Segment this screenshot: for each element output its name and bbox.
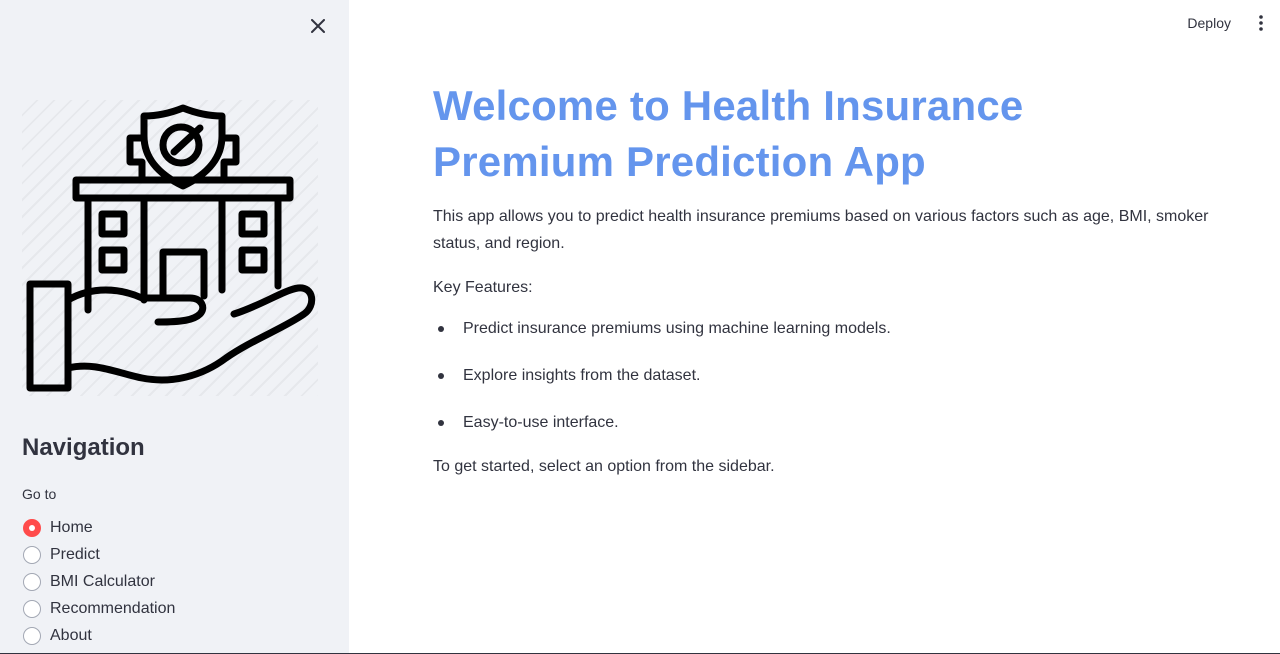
radio-option-home[interactable]: Home	[22, 514, 175, 541]
radio-label: Home	[50, 518, 93, 536]
main-content: Welcome to Health Insurance Premium Pred…	[433, 78, 1213, 480]
app: Navigation Go to Home Predict BMI Calcul…	[0, 0, 1280, 654]
close-icon	[311, 19, 325, 33]
close-sidebar-button[interactable]	[306, 14, 330, 38]
page-title-line-2: Premium Prediction App	[433, 138, 926, 185]
radio-option-about[interactable]: About	[22, 622, 175, 649]
sidebar: Navigation Go to Home Predict BMI Calcul…	[0, 0, 349, 654]
radio-label: Predict	[50, 545, 100, 563]
vertical-ellipsis-icon	[1259, 15, 1263, 31]
radio-label: Recommendation	[50, 599, 176, 617]
radio-label: BMI Calculator	[50, 572, 155, 590]
top-toolbar: Deploy	[1187, 0, 1280, 46]
radio-label: About	[50, 626, 92, 644]
radio-option-recommendation[interactable]: Recommendation	[22, 595, 175, 622]
radio-button[interactable]	[23, 545, 41, 564]
radio-option-predict[interactable]: Predict	[22, 541, 175, 568]
outro-text: To get started, select an option from th…	[433, 458, 775, 475]
sidebar-logo	[22, 100, 318, 396]
list-item: Predict insurance premiums using machine…	[433, 315, 1213, 342]
key-features-label: Key Features:	[433, 279, 533, 296]
list-item: Easy-to-use interface.	[433, 409, 1213, 436]
radio-button[interactable]	[23, 626, 41, 645]
features-list: Predict insurance premiums using machine…	[433, 315, 1213, 436]
navigation-radio-group: Home Predict BMI Calculator Recommendati…	[22, 514, 175, 649]
goto-label: Go to	[22, 486, 57, 502]
deploy-button[interactable]: Deploy	[1187, 15, 1231, 31]
radio-button[interactable]	[23, 572, 41, 591]
page-title-line-1: Welcome to Health Insurance	[433, 82, 1024, 129]
hand-holding-insurance-building-icon	[26, 104, 316, 392]
radio-option-bmi-calculator[interactable]: BMI Calculator	[22, 568, 175, 595]
main-menu-button[interactable]	[1251, 8, 1271, 38]
radio-button[interactable]	[23, 518, 41, 537]
list-item: Explore insights from the dataset.	[433, 362, 1213, 389]
navigation-title: Navigation	[22, 434, 145, 461]
page-title: Welcome to Health Insurance Premium Pred…	[433, 78, 1213, 190]
radio-button[interactable]	[23, 599, 41, 618]
intro-text: This app allows you to predict health in…	[433, 208, 1209, 252]
